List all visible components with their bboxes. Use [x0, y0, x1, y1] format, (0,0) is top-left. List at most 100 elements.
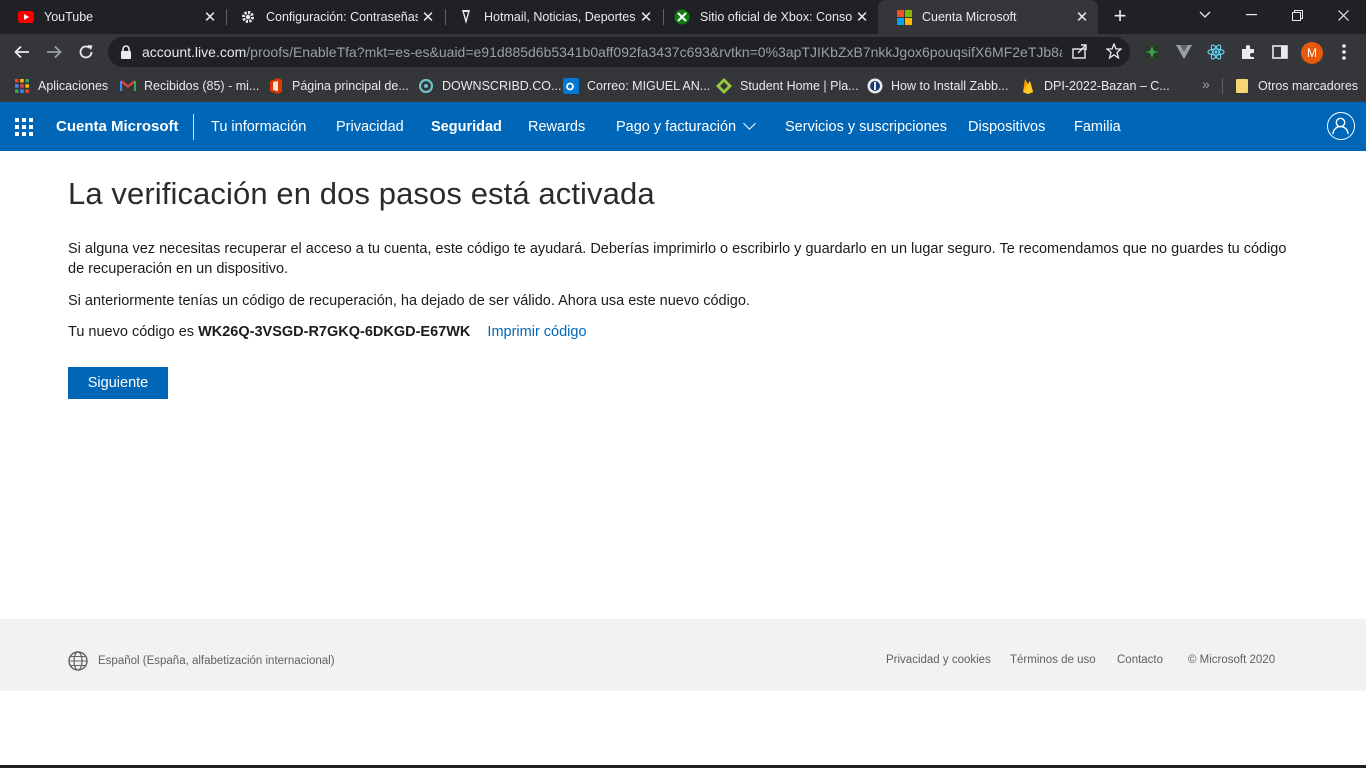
url-text[interactable]: account.live.com/proofs/EnableTfa?mkt=es… [142, 44, 1062, 60]
app-launcher-icon[interactable] [15, 118, 33, 136]
footer-copyright: © Microsoft 2020 [1188, 654, 1276, 666]
brand-link[interactable]: Cuenta Microsoft [56, 118, 179, 135]
bookmarks-overflow-button[interactable]: » [1202, 76, 1210, 92]
vue-devtools-icon[interactable] [1174, 42, 1194, 62]
bookmarks-divider [1222, 78, 1223, 94]
close-icon[interactable]: ✕ [418, 8, 438, 26]
footer-link-terms[interactable]: Términos de uso [1010, 654, 1096, 666]
lock-icon [121, 45, 131, 59]
nav-familia[interactable]: Familia [1074, 119, 1121, 135]
nav-rewards[interactable]: Rewards [528, 119, 585, 135]
nav-tu-informacion[interactable]: Tu información [211, 119, 306, 135]
close-icon [1337, 9, 1349, 21]
next-button[interactable]: Siguiente [68, 367, 168, 399]
restore-button[interactable] [1274, 0, 1320, 30]
address-bar[interactable]: account.live.com/proofs/EnableTfa?mkt=es… [108, 37, 1130, 67]
bookmark-label: Página principal de... [292, 79, 409, 93]
nav-seguridad[interactable]: Seguridad [431, 119, 502, 135]
ms-account-header: Cuenta Microsoft Tu información Privacid… [0, 102, 1366, 151]
globe-icon [68, 651, 88, 671]
code-prefix: Tu nuevo código es [68, 324, 195, 340]
bookmark-label: DPI-2022-Bazan – C... [1044, 79, 1170, 93]
bookmarks-bar: Aplicaciones Recibidos (85) - mi... Pági… [0, 70, 1366, 102]
tab-title: Sitio oficial de Xbox: Consola [700, 10, 852, 24]
apps-grid-icon [14, 78, 30, 94]
xbox-icon [674, 9, 690, 25]
bookmark-outlook[interactable]: Correo: MIGUEL AN... [563, 76, 710, 96]
microsoft-icon [896, 9, 912, 25]
bookmark-gmail[interactable]: Recibidos (85) - mi... [120, 76, 259, 96]
tab-search-button[interactable] [1182, 0, 1228, 30]
bookmark-label: Otros marcadores [1258, 79, 1359, 93]
bookmark-star-icon[interactable] [1106, 43, 1122, 59]
close-icon[interactable]: ✕ [1072, 8, 1092, 26]
arrow-left-icon [14, 45, 29, 59]
bookmark-label: Aplicaciones [38, 79, 109, 93]
footer-link-privacy[interactable]: Privacidad y cookies [886, 654, 991, 666]
side-panel-icon[interactable] [1270, 42, 1290, 62]
tab-passwords-settings[interactable]: Configuración: Contraseñas ✕ [222, 0, 444, 34]
tab-title: Hotmail, Noticias, Deportes y [484, 10, 636, 24]
nav-servicios[interactable]: Servicios y suscripciones [785, 119, 947, 135]
react-devtools-icon[interactable] [1206, 42, 1226, 62]
youtube-icon [18, 9, 34, 25]
recovery-code-line: Tu nuevo código es WK26Q-3VSGD-R7GKQ-6DK… [68, 324, 587, 340]
gmail-icon [120, 78, 136, 94]
close-icon[interactable]: ✕ [852, 8, 872, 26]
new-tab-button[interactable]: + [1108, 4, 1132, 28]
reload-button[interactable] [72, 38, 100, 66]
url-path: /proofs/EnableTfa?mkt=es-es&uaid=e91d885… [246, 44, 1062, 60]
kebab-menu-icon[interactable] [1334, 42, 1354, 62]
back-button[interactable] [8, 38, 36, 66]
header-divider [193, 114, 194, 140]
profile-avatar[interactable]: M [1301, 42, 1323, 64]
footer: Español (España, alfabetización internac… [0, 619, 1366, 691]
bookmark-zabbix[interactable]: How to Install Zabb... [867, 76, 1008, 96]
bookmark-firebase[interactable]: DPI-2022-Bazan – C... [1020, 76, 1170, 96]
close-icon[interactable]: ✕ [200, 8, 220, 26]
browser-toolbar: account.live.com/proofs/EnableTfa?mkt=es… [0, 34, 1366, 70]
nav-dispositivos[interactable]: Dispositivos [968, 119, 1045, 135]
reload-icon [79, 45, 93, 59]
tab-xbox[interactable]: Sitio oficial de Xbox: Consola ✕ [656, 0, 878, 34]
close-icon[interactable]: ✕ [636, 8, 656, 26]
bookmark-label: Correo: MIGUEL AN... [587, 79, 711, 93]
nav-pago-facturacion[interactable]: Pago y facturación [616, 117, 756, 135]
forward-button[interactable] [40, 38, 68, 66]
bookmark-label: DOWNSCRIBD.CO... [442, 79, 562, 93]
nav-privacidad[interactable]: Privacidad [336, 119, 404, 135]
tab-microsoft-account[interactable]: Cuenta Microsoft ✕ [878, 0, 1098, 34]
downscribd-icon [418, 78, 434, 94]
print-code-link[interactable]: Imprimir código [487, 324, 586, 340]
url-host: account.live.com [142, 44, 247, 60]
extensions-puzzle-icon[interactable] [1238, 42, 1258, 62]
user-avatar-icon[interactable] [1327, 112, 1355, 140]
close-window-button[interactable] [1320, 0, 1366, 30]
nav-label: Pago y facturación [616, 119, 737, 135]
bookmark-downscribd[interactable]: DOWNSCRIBD.CO... [418, 76, 561, 96]
old-code-invalid-text: Si anteriormente tenías un código de rec… [68, 293, 750, 309]
bookmark-other-folder[interactable]: Otros marcadores [1234, 76, 1358, 96]
bookmark-apps[interactable]: Aplicaciones [14, 76, 108, 96]
tab-title: YouTube [44, 10, 94, 24]
firebase-icon [1020, 78, 1036, 94]
platzi-icon [716, 78, 732, 94]
tab-msn[interactable]: Hotmail, Noticias, Deportes y ✕ [440, 0, 662, 34]
recovery-code: WK26Q-3VSGD-R7GKQ-6DKGD-E67WK [198, 324, 471, 340]
restore-icon [1291, 9, 1303, 21]
bookmark-site-icon [867, 78, 883, 94]
share-icon[interactable] [1072, 43, 1088, 59]
office-icon [268, 78, 284, 94]
locale-selector[interactable]: Español (España, alfabetización internac… [68, 651, 335, 671]
tab-youtube[interactable]: YouTube ✕ [0, 0, 226, 34]
footer-link-contact[interactable]: Contacto [1117, 654, 1163, 666]
page-title: La verificación en dos pasos está activa… [68, 176, 655, 211]
extension-icon[interactable] [1142, 42, 1162, 62]
bookmark-platzi[interactable]: Student Home | Pla... [716, 76, 859, 96]
msn-icon [458, 9, 474, 25]
tab-title: Cuenta Microsoft [922, 10, 1017, 24]
tab-title: Configuración: Contraseñas [266, 10, 418, 24]
minimize-button[interactable] [1228, 0, 1274, 30]
bookmark-office[interactable]: Página principal de... [268, 76, 409, 96]
bookmark-label: How to Install Zabb... [891, 79, 1009, 93]
